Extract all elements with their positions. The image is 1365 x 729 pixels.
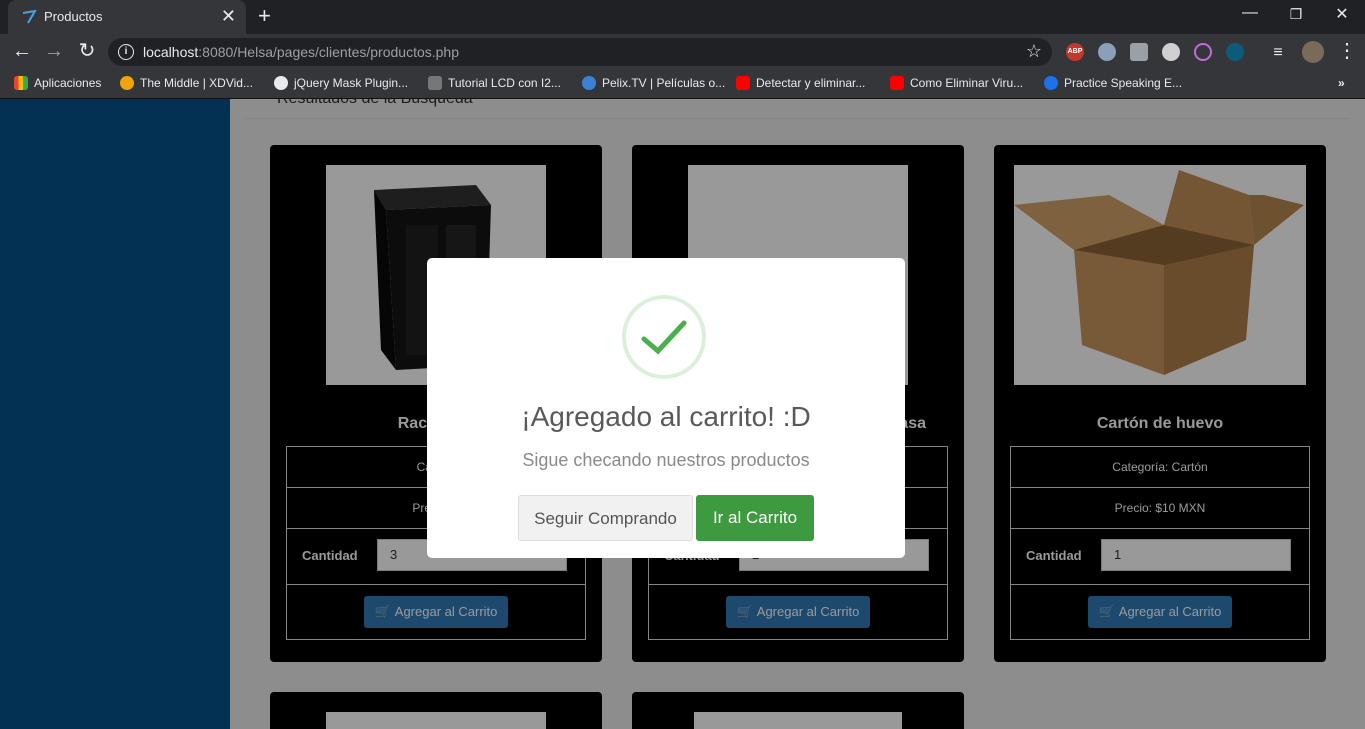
modal-text: Sigue checando nuestros productos	[522, 450, 810, 470]
browser-toolbar: ← → ↻ i localhost:8080/Helsa/pages/clien…	[0, 34, 1365, 70]
extension-disc-icon[interactable]	[1162, 43, 1180, 61]
bookmark-item[interactable]: jQuery Mask Plugin...	[274, 76, 408, 90]
minimize-icon[interactable]: —	[1230, 4, 1270, 22]
browser-menu-icon[interactable]: ⋮	[1335, 40, 1359, 62]
success-check-icon	[622, 295, 706, 379]
adblock-extension-icon[interactable]: ABP	[1066, 43, 1084, 61]
bookmark-item[interactable]: Detectar y eliminar...	[736, 76, 865, 90]
go-to-cart-button[interactable]: Ir al Carrito	[696, 495, 814, 541]
speaking-icon	[1044, 76, 1058, 90]
site-favicon-icon	[22, 10, 37, 24]
youtube-icon	[736, 76, 750, 90]
address-bar[interactable]: i localhost:8080/Helsa/pages/clientes/pr…	[108, 38, 1052, 66]
extension-bird-icon[interactable]	[1130, 43, 1148, 61]
tab-close-icon[interactable]: ✕	[221, 6, 236, 26]
modal-title: ¡Agregado al carrito! :D	[521, 401, 811, 432]
site-info-icon[interactable]: i	[118, 44, 134, 60]
profile-avatar[interactable]	[1302, 41, 1324, 63]
bookmark-item[interactable]: Tutorial LCD con I2...	[428, 76, 561, 90]
reload-icon[interactable]: ↻	[75, 40, 99, 62]
bookmarks-overflow-icon[interactable]: »	[1338, 76, 1345, 90]
bookmarks-bar: Aplicaciones The Middle | XDVid... jQuer…	[0, 70, 1365, 99]
extension-broadcast-icon[interactable]	[1194, 43, 1212, 61]
tab-title: Productos	[44, 9, 103, 24]
back-icon[interactable]: ←	[10, 40, 34, 62]
extension-circle-icon[interactable]	[1098, 43, 1116, 61]
browser-titlebar: Productos ✕ + — ❐ ✕	[0, 0, 1365, 34]
url-text[interactable]: localhost:8080/Helsa/pages/clientes/prod…	[143, 44, 459, 60]
window-close-icon[interactable]: ✕	[1322, 4, 1362, 24]
extension-target-icon[interactable]	[1226, 43, 1244, 61]
continue-shopping-button[interactable]: Seguir Comprando	[518, 495, 693, 541]
globe-icon	[274, 76, 288, 90]
bookmark-star-icon[interactable]: ☆	[1026, 41, 1042, 62]
restore-icon[interactable]: ❐	[1276, 6, 1316, 23]
success-modal: ¡Agregado al carrito! :D Sigue checando …	[427, 258, 905, 558]
tab-productos[interactable]: Productos ✕	[8, 0, 246, 34]
tutorial-icon	[428, 76, 442, 90]
bookmark-item[interactable]: Como Eliminar Viru...	[890, 76, 1023, 90]
bookmark-item[interactable]: Practice Speaking E...	[1044, 76, 1182, 90]
xd-icon	[120, 76, 134, 90]
bookmark-apps[interactable]: Aplicaciones	[14, 76, 101, 90]
bookmark-item[interactable]: Pelix.TV | Películas o...	[582, 76, 725, 90]
bookmark-item[interactable]: The Middle | XDVid...	[120, 76, 253, 90]
pelix-icon	[582, 76, 596, 90]
forward-icon[interactable]: →	[42, 40, 66, 62]
media-queue-icon[interactable]: ≡	[1266, 42, 1290, 64]
new-tab-button[interactable]: +	[258, 3, 271, 29]
youtube-icon	[890, 76, 904, 90]
apps-grid-icon	[14, 76, 28, 90]
